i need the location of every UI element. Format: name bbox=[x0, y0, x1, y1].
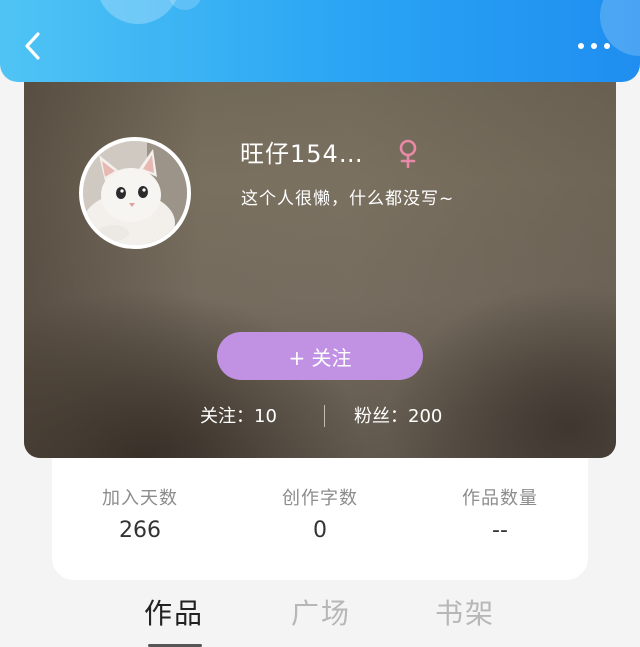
more-dots-icon bbox=[578, 43, 584, 49]
stats-divider bbox=[324, 405, 325, 427]
more-dots-icon bbox=[604, 43, 610, 49]
top-header bbox=[0, 0, 640, 82]
profile-tabs: 作品 广场 书架 bbox=[0, 588, 640, 647]
follow-button-label: + 关注 bbox=[288, 345, 352, 370]
stat-label: 创作字数 bbox=[282, 488, 358, 509]
avatar[interactable] bbox=[79, 137, 191, 249]
stat-value: 266 bbox=[119, 518, 161, 543]
header-decoration-bubble bbox=[96, 0, 180, 24]
follow-button[interactable]: + 关注 bbox=[217, 332, 423, 380]
cat-avatar-image bbox=[83, 141, 187, 245]
fans-count[interactable]: 粉丝：200 bbox=[354, 402, 442, 428]
stat-value: -- bbox=[492, 518, 508, 543]
stat-works-count: 作品数量 -- bbox=[420, 484, 580, 543]
following-count[interactable]: 关注：10 bbox=[200, 402, 277, 428]
bio-text: 这个人很懒，什么都没写~ bbox=[241, 189, 455, 209]
back-button[interactable] bbox=[18, 30, 50, 62]
stat-label: 加入天数 bbox=[102, 488, 178, 509]
more-dots-icon bbox=[591, 43, 597, 49]
tab-works[interactable]: 作品 bbox=[144, 592, 204, 632]
username: 旺仔154… bbox=[240, 140, 364, 168]
female-icon bbox=[399, 139, 417, 168]
chevron-left-icon bbox=[25, 32, 40, 60]
stats-card: 加入天数 266 创作字数 0 作品数量 -- bbox=[52, 458, 588, 580]
social-stats: 关注：10 粉丝：200 bbox=[24, 400, 616, 430]
stat-label: 作品数量 bbox=[462, 488, 538, 509]
stat-word-count: 创作字数 0 bbox=[240, 484, 400, 543]
tab-square[interactable]: 广场 bbox=[291, 592, 351, 632]
tab-bookshelf[interactable]: 书架 bbox=[435, 592, 495, 632]
header-decoration-bubble bbox=[168, 0, 202, 10]
profile-banner: 旺仔154… 这个人很懒，什么都没写~ + 关注 关注：10 粉丝：200 bbox=[24, 60, 616, 458]
more-button[interactable] bbox=[578, 40, 612, 52]
stat-join-days: 加入天数 266 bbox=[60, 484, 220, 543]
stat-value: 0 bbox=[313, 518, 327, 543]
